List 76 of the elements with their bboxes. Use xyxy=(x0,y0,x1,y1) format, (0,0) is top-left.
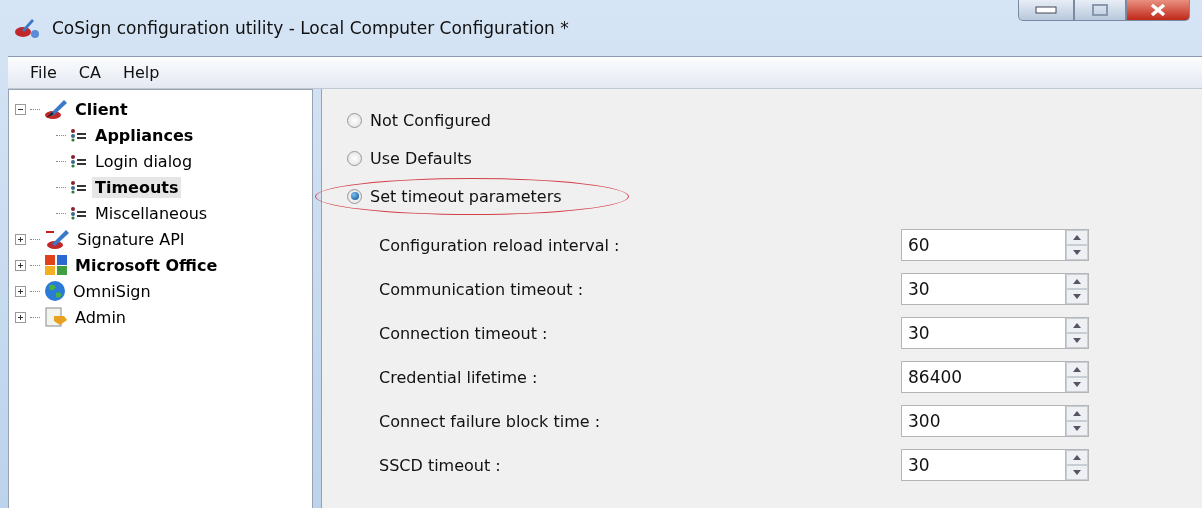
menu-item[interactable]: File xyxy=(30,63,57,82)
number-field[interactable]: 300 xyxy=(901,405,1089,437)
field-label: Communication timeout : xyxy=(379,279,585,299)
down-arrow-icon xyxy=(1073,426,1081,431)
globe-icon xyxy=(44,280,66,302)
up-arrow-icon xyxy=(1073,323,1081,328)
field-label: Connection timeout : xyxy=(379,323,549,343)
number-field[interactable]: 30 xyxy=(901,449,1089,481)
list-icon xyxy=(70,180,88,194)
spin-down-icon[interactable] xyxy=(1066,377,1088,392)
tree-item[interactable]: OmniSign xyxy=(70,280,154,302)
down-arrow-icon xyxy=(1073,250,1081,255)
minimize-button[interactable] xyxy=(1018,0,1074,21)
document-icon xyxy=(44,306,68,328)
field-label: Credential lifetime : xyxy=(379,367,539,387)
down-arrow-icon xyxy=(1073,470,1081,475)
tiles-icon xyxy=(44,254,68,276)
expand-icon[interactable] xyxy=(15,233,26,245)
down-arrow-icon xyxy=(1073,338,1081,343)
up-arrow-icon xyxy=(1073,455,1081,460)
number-field[interactable]: 60 xyxy=(901,229,1089,261)
list-icon xyxy=(70,128,88,142)
number-field[interactable]: 86400 xyxy=(901,361,1089,393)
down-arrow-icon xyxy=(1073,294,1081,299)
collapse-icon[interactable] xyxy=(15,103,26,115)
window-title: CoSign configuration utility - Local Computer Configuration * xyxy=(52,18,569,38)
number-field[interactable]: 30 xyxy=(901,273,1089,305)
radio-option[interactable]: Not Configured xyxy=(347,101,491,139)
spin-up-icon[interactable] xyxy=(1066,274,1088,289)
list-icon xyxy=(70,154,88,168)
radio-button[interactable] xyxy=(347,188,362,204)
close-icon xyxy=(1150,3,1166,17)
spin-up-icon[interactable] xyxy=(1066,362,1088,377)
down-arrow-icon xyxy=(1073,382,1081,387)
spin-down-icon[interactable] xyxy=(1066,245,1088,260)
tree-item[interactable]: Login dialog xyxy=(92,150,196,172)
up-arrow-icon xyxy=(1073,367,1081,372)
menu-item[interactable]: CA xyxy=(78,63,101,82)
tree-item[interactable]: Client xyxy=(72,98,131,120)
maximize-icon xyxy=(1092,4,1108,16)
tree-item[interactable]: Appliances xyxy=(92,124,197,146)
close-button[interactable] xyxy=(1126,0,1190,21)
spin-up-icon[interactable] xyxy=(1066,230,1088,245)
spin-down-icon[interactable] xyxy=(1066,465,1088,480)
field-label: SSCD timeout : xyxy=(379,455,502,475)
up-arrow-icon xyxy=(1073,411,1081,416)
pen-icon xyxy=(44,98,68,120)
field-label: Connect failure block time : xyxy=(379,411,602,431)
maximize-button[interactable] xyxy=(1074,0,1126,21)
menu-item[interactable]: Help xyxy=(122,63,160,82)
up-arrow-icon xyxy=(1073,235,1081,240)
radio-option[interactable]: Set timeout parameters xyxy=(347,177,562,215)
spin-up-icon[interactable] xyxy=(1066,450,1088,465)
tree-item[interactable]: Microsoft Office xyxy=(72,254,221,276)
spin-down-icon[interactable] xyxy=(1066,421,1088,436)
radio-option[interactable]: Use Defaults xyxy=(347,139,472,177)
up-arrow-icon xyxy=(1073,279,1081,284)
app-icon xyxy=(14,17,42,39)
number-field[interactable]: 30 xyxy=(901,317,1089,349)
spin-down-icon[interactable] xyxy=(1066,289,1088,304)
radio-button[interactable] xyxy=(347,150,362,166)
minimize-icon xyxy=(1035,6,1057,14)
tree-item[interactable]: Timeouts xyxy=(92,176,182,198)
pen-icon xyxy=(44,228,70,250)
spin-up-icon[interactable] xyxy=(1066,406,1088,421)
tree-item[interactable]: Admin xyxy=(72,306,129,328)
spin-down-icon[interactable] xyxy=(1066,333,1088,348)
expand-icon[interactable] xyxy=(15,259,26,271)
tree-item[interactable]: Signature API xyxy=(74,228,188,250)
radio-button[interactable] xyxy=(347,112,362,128)
field-label: Configuration reload interval : xyxy=(379,235,621,255)
expand-icon[interactable] xyxy=(15,311,26,323)
list-icon xyxy=(70,206,88,220)
expand-icon[interactable] xyxy=(15,285,26,297)
tree-item[interactable]: Miscellaneous xyxy=(92,202,211,224)
spin-up-icon[interactable] xyxy=(1066,318,1088,333)
